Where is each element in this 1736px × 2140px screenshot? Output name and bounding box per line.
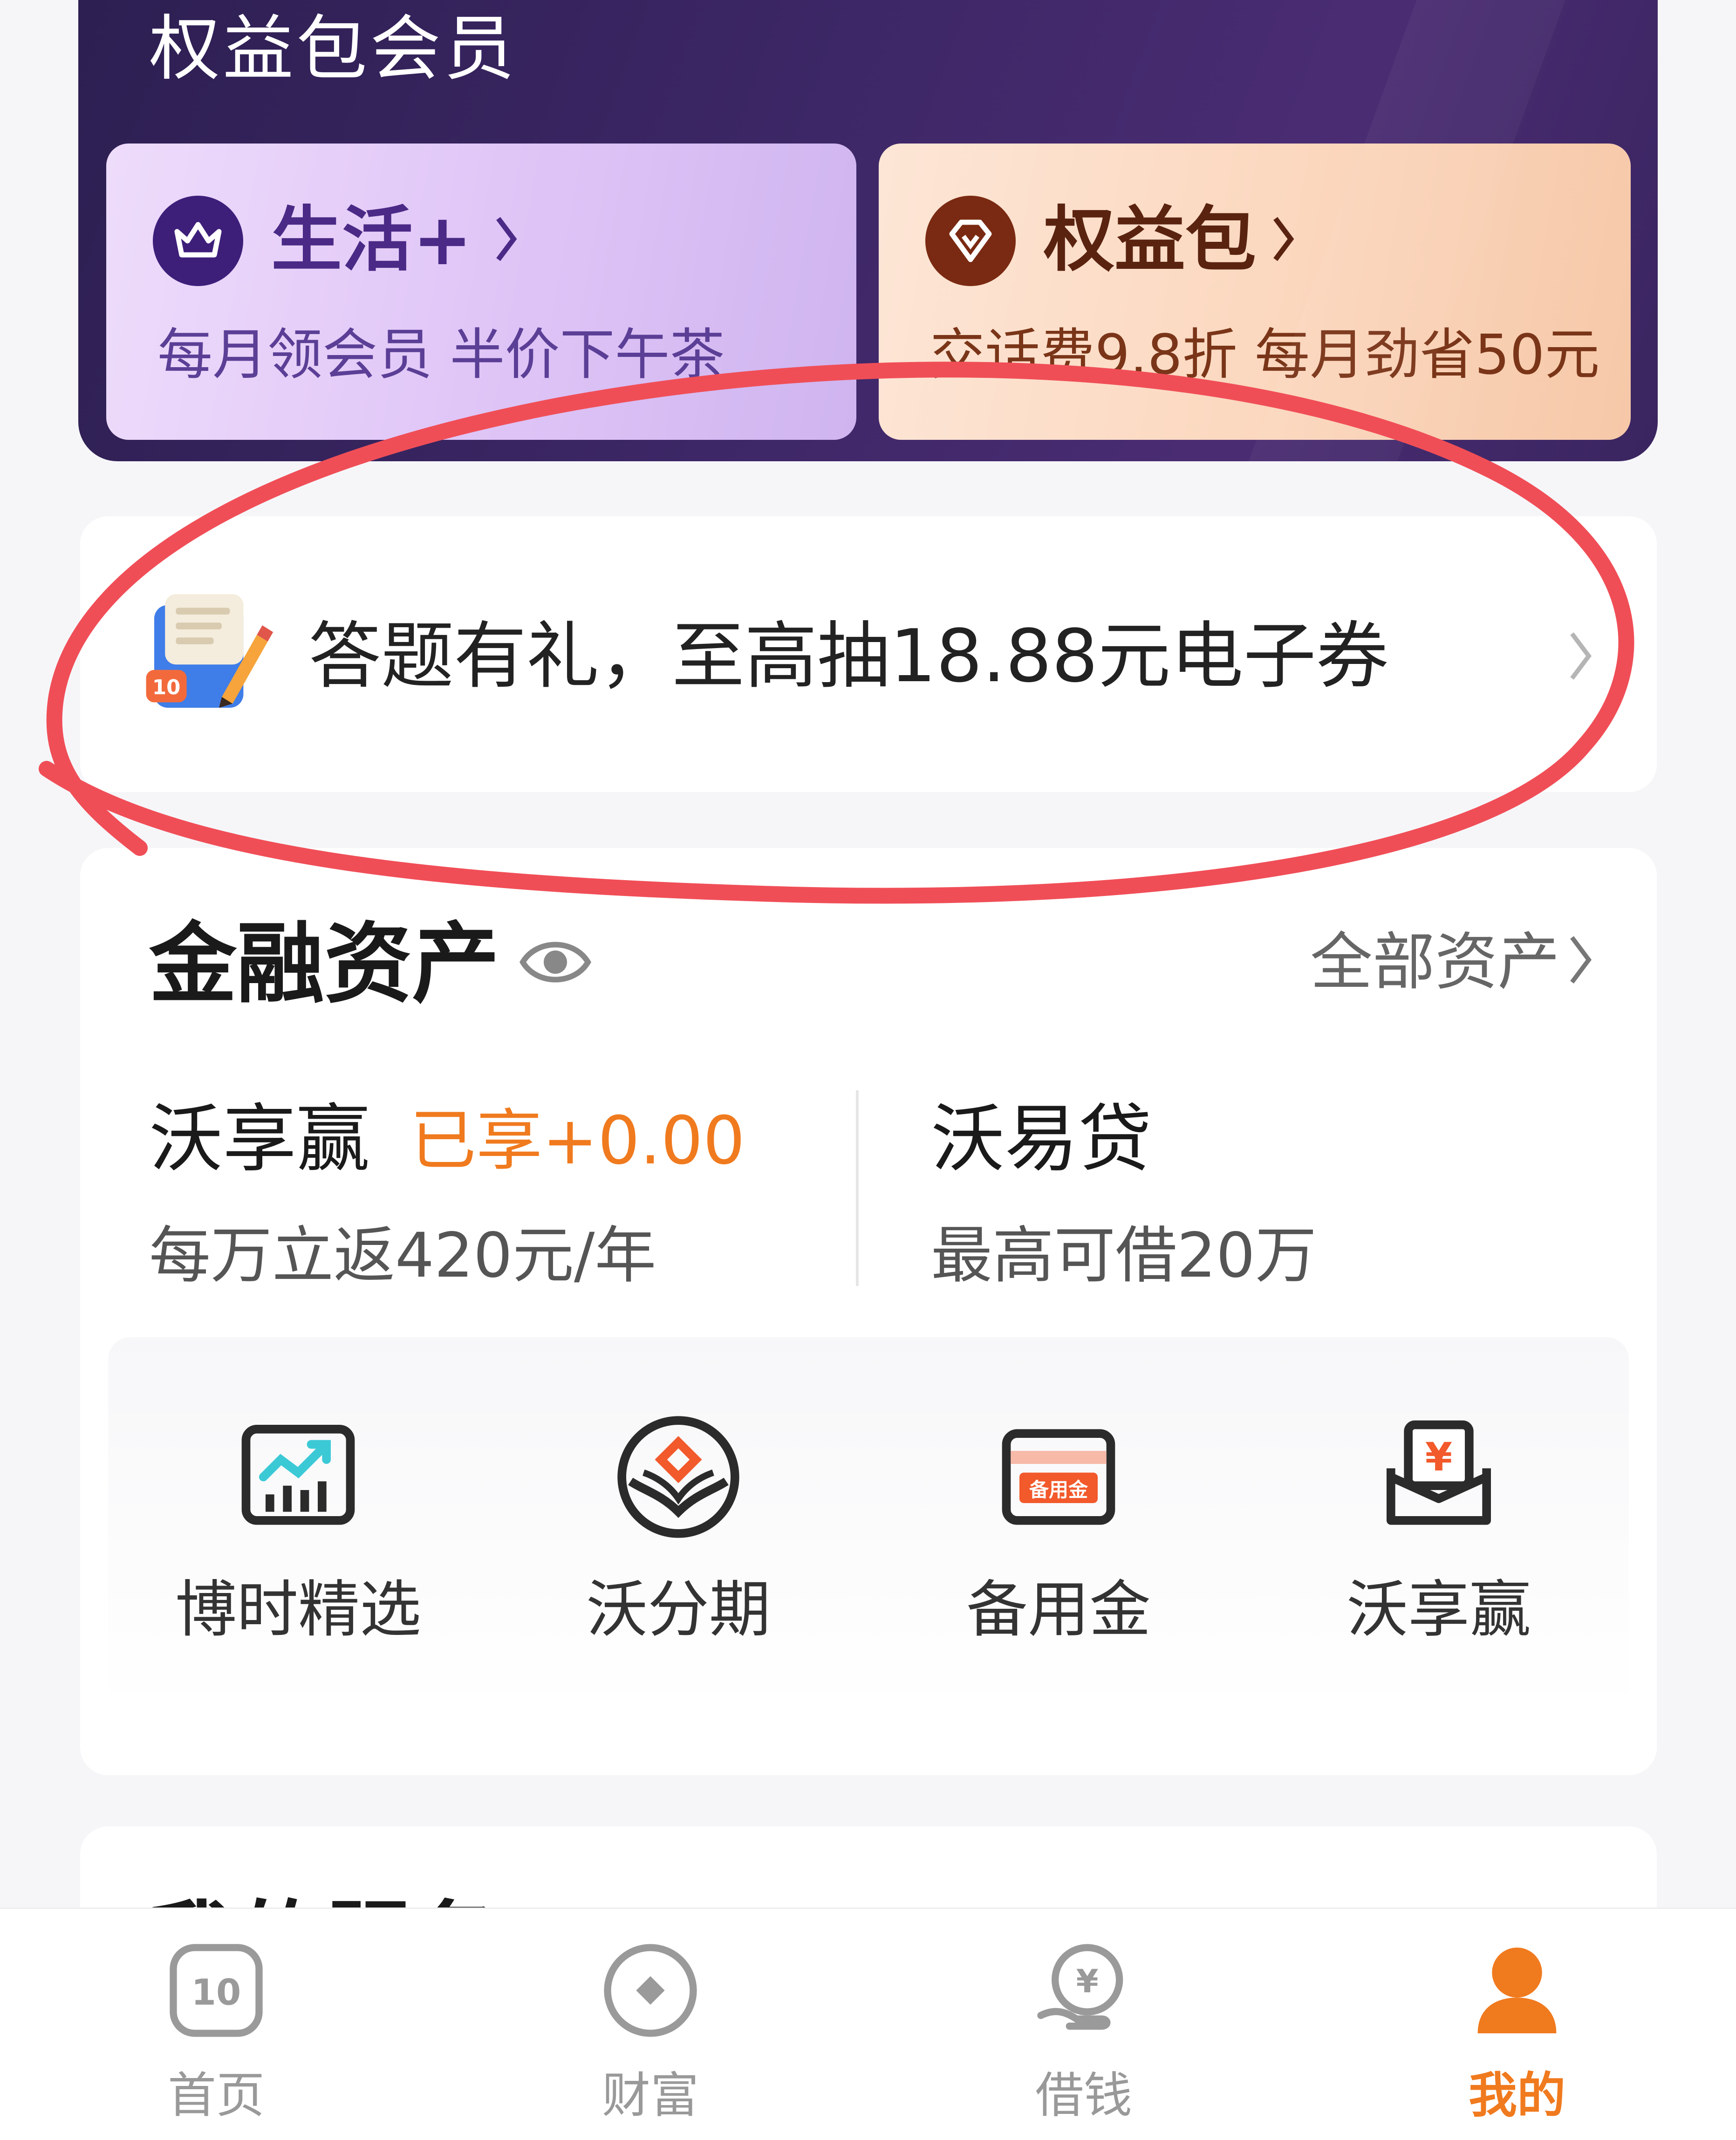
diamond-icon [925, 196, 1016, 286]
tab-label: 首页 [167, 2067, 265, 2124]
tab-mine[interactable]: 我的 [1424, 1937, 1610, 2128]
product-woyidai-name[interactable]: 沃易贷 [931, 1090, 1152, 1188]
card-icon: 备用金 [1002, 1429, 1115, 1525]
svg-text:10: 10 [191, 1972, 241, 2014]
borrow-yuan-text: ¥ [1076, 1963, 1099, 2000]
product-woxiangying-name[interactable]: 沃享赢 [149, 1090, 370, 1188]
user-icon [1477, 1948, 1557, 2033]
tab-label: 我的 [1468, 2067, 1565, 2124]
product-woxiangying-desc: 每万立返420元/年 [149, 1220, 656, 1292]
life-plus-card[interactable]: 生活+ 每月领会员 半价下午茶 [106, 144, 856, 440]
quick-link-label: 博时精选 [175, 1574, 421, 1646]
tab-wealth[interactable]: 财富 [557, 1937, 744, 2128]
envelope-yuan-text: ¥ [1425, 1434, 1452, 1480]
finance-assets-card: 金融资产 全部资产 沃享赢 已享+0.00 每万立返420元/年 沃易贷 最高可… [80, 848, 1657, 1775]
tab-label: 财富 [601, 2067, 699, 2124]
chart-board-icon [241, 1425, 355, 1525]
bottom-tab-bar: 10 首页 财富 ¥ 借钱 我的 [0, 1908, 1736, 2140]
tab-home[interactable]: 10 首页 [123, 1937, 309, 2128]
rights-pack-title: 权益包 [1044, 198, 1256, 281]
tab-borrow[interactable]: ¥ 借钱 [991, 1937, 1177, 2128]
chevron-right-icon [496, 217, 517, 261]
membership-header: 权益包会员 生活+ 每月领会员 半价下午茶 权益包 交话费9.8折 每月劲省50… [78, 0, 1658, 461]
chevron-right-icon [1570, 632, 1592, 680]
quick-links-panel: 博时精选 沃分期 备用金 备用金 ¥ 沃享赢 [108, 1337, 1629, 1710]
life-plus-subtitle: 每月领会员 半价下午茶 [157, 322, 725, 387]
quiz-banner[interactable]: 10 答题有礼，至高抽18.88元电子券 [80, 516, 1657, 792]
rights-pack-subtitle: 交话费9.8折 每月劲省50元 [930, 322, 1600, 387]
quick-link-label: 沃分期 [586, 1574, 771, 1646]
quick-link-label: 沃享赢 [1346, 1574, 1531, 1646]
chevron-right-icon[interactable] [1566, 932, 1594, 988]
quick-link-woxiangying[interactable]: ¥ 沃享赢 [1249, 1412, 1629, 1649]
quiz-badge: 10 [152, 676, 181, 699]
quick-link-wofenqi[interactable]: 沃分期 [488, 1412, 868, 1649]
crown-icon [153, 196, 243, 286]
yuan-envelope-icon: ¥ [1387, 1420, 1491, 1525]
quick-link-beiyongjin[interactable]: 备用金 备用金 [868, 1412, 1249, 1649]
eye-icon[interactable] [518, 932, 593, 992]
membership-title: 权益包会员 [149, 7, 517, 90]
quick-link-label: 备用金 [966, 1574, 1151, 1646]
chevron-right-icon [1273, 217, 1294, 261]
life-plus-title: 生活+ [271, 198, 472, 281]
product-divider [856, 1090, 859, 1286]
wealth-icon [604, 1944, 697, 2037]
finance-title: 金融资产 [149, 913, 499, 1015]
borrow-yuan-icon: ¥ [1037, 1944, 1123, 2030]
product-woxiangying-tag: 已享+0.00 [410, 1102, 745, 1179]
quick-link-boshi[interactable]: 博时精选 [108, 1412, 488, 1649]
quiz-text: 答题有礼，至高抽18.88元电子券 [308, 614, 1389, 698]
product-woyidai-desc: 最高可借20万 [931, 1220, 1317, 1292]
all-assets-link[interactable]: 全部资产 [1310, 918, 1560, 1006]
lotus-diamond-icon [617, 1416, 739, 1538]
tab-label: 借钱 [1035, 2067, 1132, 2124]
quiz-notepad-icon: 10 [146, 594, 273, 708]
home-10-icon: 10 [170, 1944, 263, 2037]
rights-pack-card[interactable]: 权益包 交话费9.8折 每月劲省50元 [879, 144, 1631, 440]
card-icon-text: 备用金 [1029, 1478, 1088, 1501]
